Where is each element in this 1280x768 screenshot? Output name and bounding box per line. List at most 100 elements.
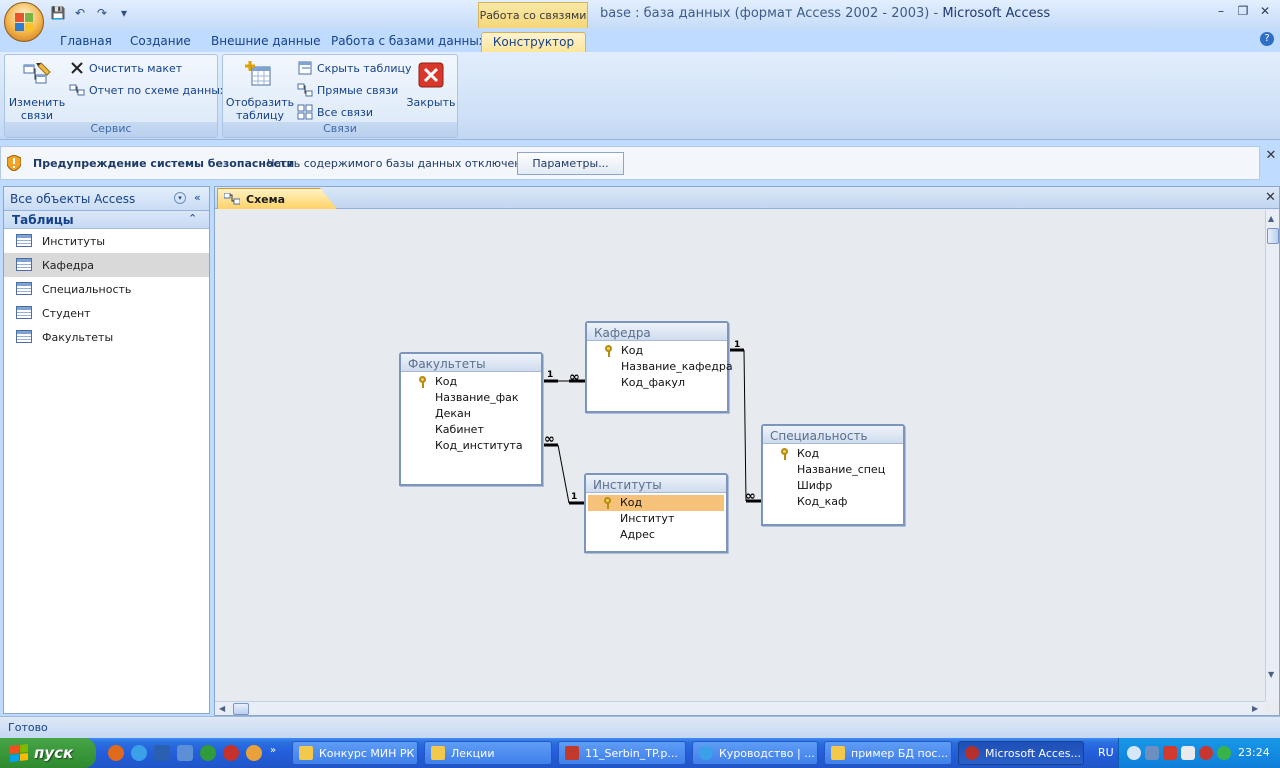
- scroll-left-icon[interactable]: ◀: [219, 704, 225, 713]
- nav-collapse-icon[interactable]: «: [194, 191, 201, 204]
- network-icon[interactable]: [1145, 746, 1159, 760]
- field-row[interactable]: Шифр: [765, 478, 901, 494]
- field-row[interactable]: Код: [403, 374, 539, 390]
- table-window-header[interactable]: Факультеты: [401, 354, 541, 372]
- antivirus-icon[interactable]: [1163, 746, 1177, 760]
- field-row[interactable]: Код: [589, 343, 725, 359]
- close-relationships-button[interactable]: Закрыть: [405, 59, 457, 109]
- tab-home[interactable]: Главная: [52, 32, 120, 52]
- nav-group-collapse-icon[interactable]: ⌃: [188, 212, 197, 225]
- show-table-button[interactable]: Отобразить таблицу: [225, 59, 295, 122]
- table-window-header[interactable]: Кафедра: [587, 323, 727, 341]
- table-window-instituty[interactable]: Институты Код Институт Адрес: [584, 473, 728, 553]
- office-button[interactable]: [4, 2, 44, 42]
- all-links-button[interactable]: Все связи: [297, 102, 373, 122]
- start-label: пуск: [34, 744, 74, 762]
- nav-header[interactable]: Все объекты Access ▾ «: [4, 187, 209, 211]
- nav-group-tables[interactable]: Таблицы ⌃: [4, 211, 209, 229]
- restore-button[interactable]: ❐: [1232, 4, 1254, 20]
- taskbar-item[interactable]: 11_Serbin_TP.p...: [558, 741, 686, 765]
- vertical-scroll-thumb[interactable]: [1267, 228, 1279, 244]
- close-security-bar-icon[interactable]: ✕: [1264, 148, 1278, 163]
- document-tab-bar: Схема данных ✕: [215, 187, 1279, 209]
- help-icon[interactable]: ?: [1260, 32, 1274, 46]
- field-row[interactable]: Код_института: [403, 438, 539, 454]
- nav-item-instituty[interactable]: Институты: [4, 229, 209, 253]
- vertical-scrollbar[interactable]: ▲ ▼: [1265, 210, 1279, 701]
- customize-qat-icon[interactable]: ▾: [116, 5, 132, 21]
- scroll-up-icon[interactable]: ▲: [1268, 214, 1274, 223]
- taskbar-item[interactable]: пример БД пос...: [824, 741, 952, 765]
- word-icon[interactable]: [154, 745, 170, 761]
- tab-database-tools[interactable]: Работа с базами данных: [323, 32, 494, 52]
- taskbar-item-active[interactable]: Microsoft Acces...: [958, 741, 1084, 765]
- nav-dropdown-icon[interactable]: ▾: [174, 192, 186, 204]
- quicklaunch-app-icon[interactable]: [223, 745, 239, 761]
- close-document-icon[interactable]: ✕: [1265, 190, 1276, 205]
- field-row-selected[interactable]: Код: [588, 495, 724, 511]
- undo-icon[interactable]: ↶: [72, 5, 88, 21]
- redo-icon[interactable]: ↷: [94, 5, 110, 21]
- tab-designer[interactable]: Конструктор: [481, 32, 586, 52]
- field-row[interactable]: Код_каф: [765, 494, 901, 510]
- field-row[interactable]: Декан: [403, 406, 539, 422]
- quicklaunch-app-icon[interactable]: [108, 745, 124, 761]
- table-window-fakultety[interactable]: Факультеты Код Название_фак Декан Кабине…: [399, 352, 543, 486]
- save-icon[interactable]: 💾: [50, 5, 66, 21]
- taskbar-item[interactable]: Лекции: [424, 741, 552, 765]
- clear-layout-button[interactable]: Очистить макет: [69, 58, 182, 78]
- security-options-button[interactable]: Параметры...: [517, 152, 624, 175]
- quicklaunch-app-icon[interactable]: [177, 745, 193, 761]
- edit-links-button[interactable]: Изменить связи: [7, 59, 67, 122]
- field-row[interactable]: Код_факул: [589, 375, 725, 391]
- hide-table-button[interactable]: Скрыть таблицу: [297, 58, 412, 78]
- table-window-header[interactable]: Институты: [586, 475, 726, 493]
- security-warning-title: Предупреждение системы безопасности: [33, 157, 295, 170]
- horizontal-scroll-thumb[interactable]: [233, 703, 249, 715]
- scroll-right-icon[interactable]: ▶: [1252, 704, 1258, 713]
- tab-external-data[interactable]: Внешние данные: [203, 32, 328, 52]
- nav-item-fakultety[interactable]: Факультеты: [4, 325, 209, 349]
- tab-relationships[interactable]: Схема данных: [217, 188, 337, 209]
- access-icon: [965, 746, 979, 760]
- minimize-button[interactable]: –: [1210, 4, 1232, 20]
- tray-expand-icon[interactable]: [1127, 746, 1141, 760]
- volume-icon[interactable]: [1181, 746, 1195, 760]
- close-window-button[interactable]: ✕: [1254, 4, 1276, 20]
- nav-item-student[interactable]: Студент: [4, 301, 209, 325]
- taskbar-item[interactable]: Куроводство | ...: [692, 741, 818, 765]
- taskbar-item[interactable]: Конкурс МИН РК: [292, 741, 418, 765]
- direct-links-button[interactable]: Прямые связи: [297, 80, 398, 100]
- scroll-down-icon[interactable]: ▼: [1268, 670, 1274, 679]
- table-window-kafedra[interactable]: Кафедра Код Название_кафедра Код_факул: [585, 321, 733, 413]
- media-player-icon[interactable]: [200, 745, 216, 761]
- language-indicator[interactable]: RU: [1098, 746, 1114, 759]
- start-button[interactable]: пуск: [0, 738, 96, 768]
- table-window-header[interactable]: Специальность: [763, 426, 903, 444]
- primary-key-icon: [604, 497, 612, 509]
- security-shield-icon[interactable]: [1199, 746, 1213, 760]
- tray-app-icon[interactable]: [1217, 746, 1231, 760]
- nav-item-specialnost[interactable]: Специальность: [4, 277, 209, 301]
- hide-table-icon: [298, 61, 312, 75]
- tab-create[interactable]: Создание: [122, 32, 199, 52]
- quicklaunch-more-icon[interactable]: »: [270, 745, 280, 761]
- nav-item-kafedra[interactable]: Кафедра: [4, 253, 209, 277]
- quicklaunch-app-icon[interactable]: [246, 745, 262, 761]
- edit-links-icon: [23, 62, 51, 84]
- field-row[interactable]: Название_спец: [765, 462, 901, 478]
- relation-kaf-spec[interactable]: [728, 348, 762, 503]
- field-row[interactable]: Название_кафедра: [589, 359, 733, 375]
- horizontal-scrollbar[interactable]: ◀ ▶: [215, 701, 1265, 715]
- relationships-canvas[interactable]: 1 ∞ ∞ 1 1 ∞ Факультеты Код Название_фак …: [215, 210, 1265, 701]
- field-row[interactable]: Кабинет: [403, 422, 539, 438]
- field-row[interactable]: Название_фак: [403, 390, 539, 406]
- internet-explorer-icon[interactable]: [131, 745, 147, 761]
- folder-icon: [831, 746, 845, 760]
- relation-fak-inst[interactable]: [542, 443, 585, 505]
- relationship-report-button[interactable]: Отчет по схеме данных: [69, 80, 226, 100]
- field-row[interactable]: Код: [765, 446, 901, 462]
- table-window-specialnost[interactable]: Специальность Код Название_спец Шифр Код…: [761, 424, 905, 526]
- field-row[interactable]: Адрес: [588, 527, 724, 543]
- field-row[interactable]: Институт: [588, 511, 724, 527]
